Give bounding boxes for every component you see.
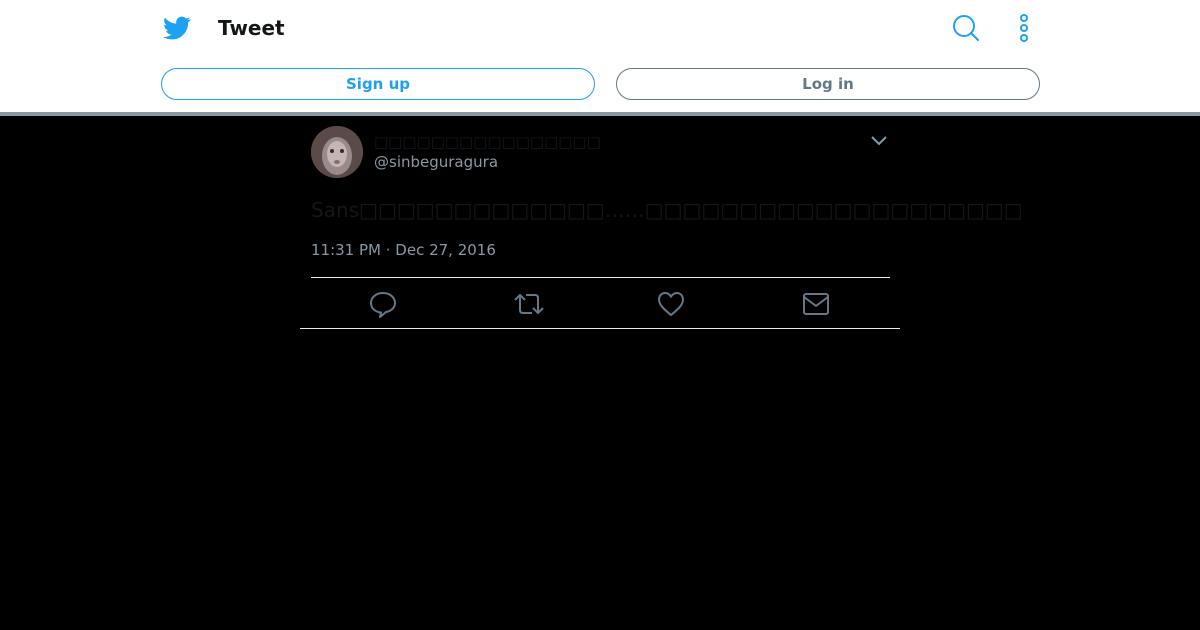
heart-icon[interactable] [657, 290, 685, 318]
reply-icon[interactable] [369, 290, 397, 318]
chevron-down-icon[interactable] [869, 131, 889, 151]
retweet-icon[interactable] [513, 290, 544, 318]
user-handle[interactable]: @sinbeguragura [374, 152, 498, 172]
search-icon[interactable] [951, 13, 981, 43]
more-vertical-icon[interactable] [1014, 13, 1034, 43]
log-in-button[interactable]: Log in [616, 68, 1040, 100]
header-divider [0, 112, 1200, 116]
tweet-text: Sans□□□□□□□□□□□□□……□□□□□□□□□□□□□□□□□□□□ [311, 198, 1023, 222]
display-name[interactable]: □□□□□□□□□□□□□□□□ [374, 132, 601, 152]
sign-up-button[interactable]: Sign up [161, 68, 595, 100]
divider [311, 277, 890, 278]
page-title: Tweet [218, 16, 285, 40]
top-bar: Tweet Sign up Log in [0, 0, 1200, 112]
tweet-timestamp[interactable]: 11:31 PM · Dec 27, 2016 [311, 240, 496, 260]
mail-icon[interactable] [802, 290, 830, 318]
twitter-bird-icon[interactable] [163, 14, 191, 42]
divider [300, 328, 900, 329]
avatar[interactable] [311, 126, 363, 178]
